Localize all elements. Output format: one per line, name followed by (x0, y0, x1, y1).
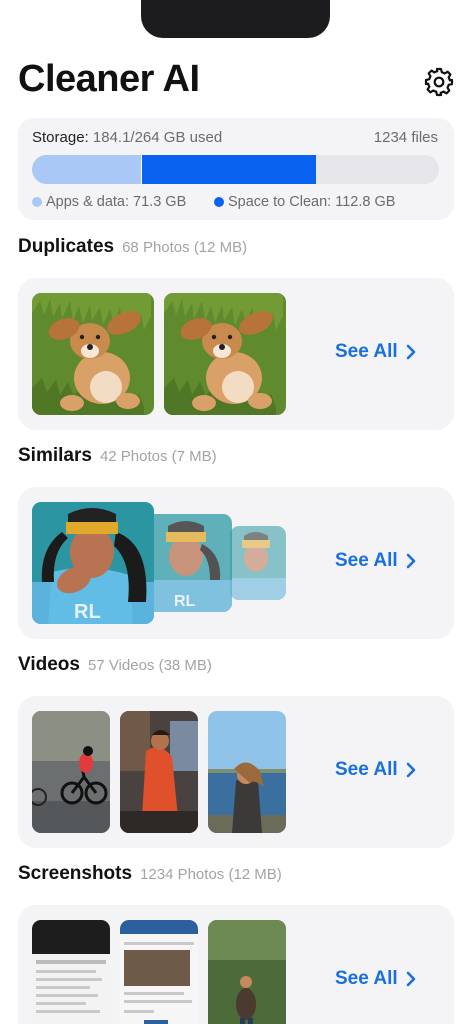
similars-section-title: Similars 42 Photos (7 MB) (18, 445, 217, 467)
video-thumbnail[interactable] (32, 711, 110, 833)
screenshot-thumbnail[interactable] (208, 920, 286, 1024)
legend-apps: Apps & data: 71.3 GB (32, 194, 186, 210)
similars-see-all-button[interactable]: See All (335, 550, 416, 572)
person-photo-image: RL (146, 514, 232, 612)
screenshot-thumbnail[interactable] (120, 920, 198, 1024)
app-title: Cleaner AI (18, 58, 200, 100)
storage-label-text: Storage: (32, 129, 89, 146)
similars-title: Similars (18, 445, 92, 466)
screenshots-card[interactable]: See All (18, 905, 454, 1024)
screenshots-subtitle: 1234 Photos (12 MB) (140, 866, 282, 883)
cyclist-video-image (32, 711, 110, 833)
screenshots-section-title: Screenshots 1234 Photos (12 MB) (18, 863, 282, 885)
similar-photo-thumbnail-front[interactable]: RL (32, 502, 154, 624)
video-thumbnail[interactable] (208, 711, 286, 833)
device-notch (141, 0, 330, 38)
person-photo-image: RL (32, 502, 154, 624)
person-screenshot-image (208, 920, 286, 1024)
chevron-right-icon (406, 553, 415, 569)
duplicates-title: Duplicates (18, 236, 115, 257)
person-photo-image (230, 526, 286, 600)
duplicates-section-title: Duplicates 68 Photos (12 MB) (18, 236, 247, 258)
similar-photo-thumbnail-back[interactable] (230, 526, 286, 600)
chevron-right-icon (406, 971, 415, 987)
legend-clean-label: Space to Clean: 112.8 GB (228, 194, 396, 210)
screenshot-thumbnail[interactable] (32, 920, 110, 1024)
chevron-right-icon (406, 344, 415, 360)
similars-card[interactable]: RL RL See All (18, 487, 454, 639)
settings-button[interactable] (423, 66, 455, 98)
see-all-label: See All (335, 968, 398, 989)
svg-text:RL: RL (74, 601, 101, 623)
duplicates-card[interactable]: See All (18, 278, 454, 430)
street-video-image (120, 711, 198, 833)
videos-subtitle: 57 Videos (38 MB) (87, 657, 212, 674)
svg-text:RL: RL (174, 593, 196, 610)
see-all-label: See All (335, 341, 398, 362)
screenshots-title: Screenshots (18, 863, 133, 884)
legend-apps-label: Apps & data: 71.3 GB (46, 194, 187, 210)
storage-card: Storage: 184.1/264 GB used 1234 files Ap… (18, 118, 454, 220)
chevron-right-icon (406, 762, 415, 778)
dog-photo-image (164, 293, 286, 415)
similar-photo-thumbnail-middle[interactable]: RL (146, 514, 232, 612)
duplicates-see-all-button[interactable]: See All (335, 341, 416, 363)
legend-clean: Space to Clean: 112.8 GB (214, 194, 395, 210)
duplicates-subtitle: 68 Photos (12 MB) (122, 239, 248, 256)
social-feed-screenshot-image (120, 920, 198, 1024)
storage-label: Storage: 184.1/264 GB used (32, 129, 222, 146)
see-all-label: See All (335, 759, 398, 780)
duplicate-photo-thumbnail[interactable] (164, 293, 286, 415)
storage-files-count: 1234 files (373, 129, 438, 146)
gear-icon (424, 67, 454, 97)
document-screenshot-image (32, 920, 110, 1024)
videos-title: Videos (18, 654, 80, 675)
storage-bar-clean-segment (142, 155, 316, 184)
videos-section-title: Videos 57 Videos (38 MB) (18, 654, 212, 676)
similars-subtitle: 42 Photos (7 MB) (99, 448, 217, 465)
storage-used-text: 184.1/264 GB used (92, 129, 223, 146)
video-thumbnail[interactable] (120, 711, 198, 833)
lake-video-image (208, 711, 286, 833)
videos-card[interactable]: See All (18, 696, 454, 848)
dog-photo-image (32, 293, 154, 415)
legend-apps-dot (32, 197, 42, 207)
storage-bar-apps-segment (32, 155, 142, 184)
see-all-label: See All (335, 550, 398, 571)
screenshots-see-all-button[interactable]: See All (335, 968, 416, 990)
storage-bar (32, 155, 439, 184)
duplicate-photo-thumbnail[interactable] (32, 293, 154, 415)
videos-see-all-button[interactable]: See All (335, 759, 416, 781)
legend-clean-dot (214, 197, 224, 207)
